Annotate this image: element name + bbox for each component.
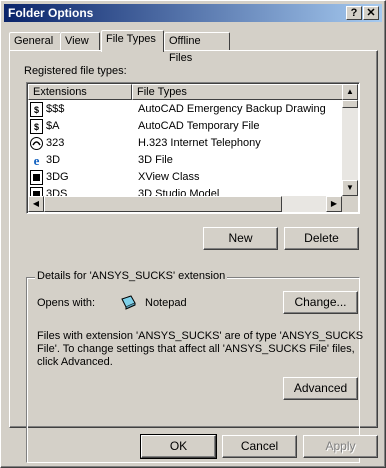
ok-button[interactable]: OK (140, 434, 217, 459)
dollar-doc-icon: $ (30, 102, 43, 117)
horizontal-scrollbar[interactable]: ◀ ▶ (28, 196, 342, 212)
registered-label: Registered file types: (24, 65, 127, 77)
scroll-right-icon[interactable]: ▶ (326, 196, 342, 212)
tab-file-types[interactable]: File Types (101, 30, 164, 52)
details-title: Details for 'ANSYS_SUCKS' extension (35, 270, 228, 282)
tab-offline-files[interactable]: Offline Files (164, 32, 230, 64)
window-title: Folder Options (8, 6, 94, 20)
list-item[interactable]: $ $$$ AutoCAD Emergency Backup Drawing (28, 101, 341, 118)
list-item[interactable]: 323 H.323 Internet Telephony (28, 135, 341, 152)
file-type-cell: AutoCAD Temporary File (138, 120, 260, 132)
opens-with-label: Opens with: (37, 297, 96, 309)
list-item[interactable]: $ $A AutoCAD Temporary File (28, 118, 341, 135)
change-button[interactable]: Change... (283, 291, 358, 314)
folder-options-dialog: Folder Options ? ✕ General View File Typ… (0, 0, 386, 468)
scroll-left-icon[interactable]: ◀ (28, 196, 44, 212)
details-description-line: click Advanced. (37, 356, 113, 368)
help-button[interactable]: ? (346, 6, 362, 20)
cancel-button[interactable]: Cancel (222, 435, 297, 458)
column-file-types[interactable]: File Types (132, 84, 343, 100)
new-button[interactable]: New (203, 227, 278, 250)
scroll-corner (342, 196, 358, 212)
delete-button[interactable]: Delete (284, 227, 359, 250)
extension-cell: 3DG (46, 171, 69, 183)
tab-view[interactable]: View (60, 32, 100, 51)
apply-button[interactable]: Apply (303, 435, 378, 458)
telephony-icon (30, 137, 43, 150)
close-button[interactable]: ✕ (363, 6, 379, 20)
advanced-button[interactable]: Advanced (283, 377, 358, 400)
file-type-cell: XView Class (138, 171, 200, 183)
list-item[interactable]: 3DG XView Class (28, 169, 341, 186)
details-description-line: Files with extension 'ANSYS_SUCKS' are o… (37, 330, 364, 342)
extension-cell: 323 (46, 137, 65, 149)
scroll-up-icon[interactable]: ▲ (342, 84, 358, 100)
svg-text:$: $ (34, 122, 39, 132)
details-description-line: File'. To change settings that affect al… (37, 343, 355, 355)
svg-text:$: $ (34, 105, 39, 115)
opens-with-app: Notepad (145, 297, 187, 309)
column-extensions[interactable]: Extensions (28, 84, 132, 100)
list-item[interactable]: e 3D 3D File (28, 152, 341, 169)
extension-cell: $$$ (46, 103, 65, 115)
file-types-list[interactable]: Extensions File Types $ $$$ AutoCAD Emer… (26, 82, 360, 214)
xview-icon (30, 170, 43, 185)
svg-text:e: e (34, 153, 40, 168)
file-type-cell: 3D File (138, 154, 173, 166)
file-types-panel: Registered file types: Extensions File T… (9, 50, 378, 463)
horizontal-scroll-thumb[interactable] (44, 196, 282, 212)
file-type-cell: H.323 Internet Telephony (138, 137, 261, 149)
dollar-doc-icon: $ (30, 119, 43, 134)
notepad-icon (121, 295, 136, 310)
title-bar: Folder Options ? ✕ (4, 4, 382, 22)
scroll-down-icon[interactable]: ▼ (342, 180, 358, 196)
vertical-scrollbar[interactable]: ▲ ▼ (342, 84, 358, 196)
extension-cell: $A (46, 120, 60, 132)
tab-general[interactable]: General (9, 32, 61, 51)
vertical-scroll-thumb[interactable] (342, 100, 358, 108)
ie-icon: e (34, 153, 40, 168)
file-type-cell: AutoCAD Emergency Backup Drawing (138, 103, 326, 115)
extension-cell: 3D (46, 154, 61, 166)
